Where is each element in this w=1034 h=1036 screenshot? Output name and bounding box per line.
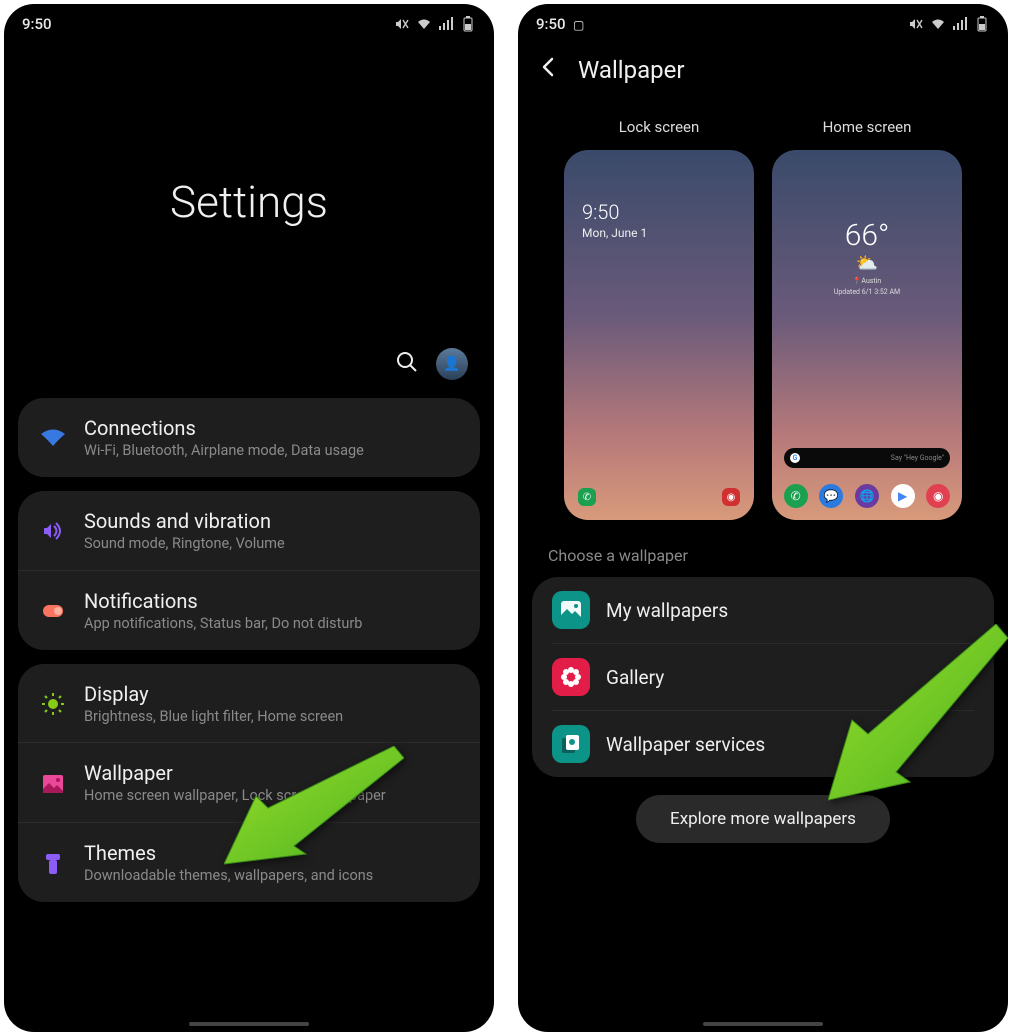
header-title: Wallpaper [578,56,685,84]
search-icon[interactable] [396,351,418,378]
wifi-icon [38,428,68,448]
row-sub: App notifications, Status bar, Do not di… [84,615,460,634]
row-title: Connections [84,416,460,440]
status-icons [394,16,476,32]
settings-group: Connections Wi-Fi, Bluetooth, Airplane m… [18,398,480,477]
nav-bar [189,1022,309,1026]
option-title: Wallpaper services [606,733,765,756]
battery-icon [974,16,990,32]
preview-label: Lock screen [564,118,754,136]
annotation-arrow [828,624,1008,808]
lock-time: 9:50 [582,200,619,224]
lock-screen-preview: 9:50 Mon, June 1 ✆ ◉ [564,150,754,520]
battery-icon [460,16,476,32]
back-button[interactable] [538,56,560,84]
mute-icon [394,17,410,31]
phone-icon: ✆ [784,484,808,508]
header: Wallpaper [518,36,1008,92]
messages-icon: 💬 [819,484,843,508]
settings-row-sounds[interactable]: Sounds and vibration Sound mode, Rington… [18,491,480,570]
flower-icon [552,658,590,696]
wallpaper-icon [38,774,68,794]
option-title: Gallery [606,666,664,689]
row-title: Display [84,682,460,706]
row-sub: Sound mode, Ringtone, Volume [84,535,460,554]
camera-icon: ◉ [926,484,950,508]
wifi-icon [416,17,432,31]
display-icon [38,693,68,715]
section-label: Choose a wallpaper [518,532,1008,573]
status-bar: 9:50 ▢ [518,4,1008,36]
sound-icon [38,521,68,541]
option-title: My wallpapers [606,599,728,622]
home-search-bar: G Say "Hey Google" [784,448,950,468]
signal-icon [952,17,968,31]
home-location: 📍Austin [772,277,962,285]
preview-home[interactable]: Home screen 66° ⛅ 📍Austin Updated 6/1 3:… [772,118,962,520]
home-temp: 66° [772,218,962,253]
weather-icon: ⛅ [772,253,962,274]
row-sub: Downloadable themes, wallpapers, and ico… [84,867,460,886]
mute-icon [908,17,924,31]
home-dock: ✆ 💬 🌐 ▶ ◉ [772,484,962,508]
row-sub: Wi-Fi, Bluetooth, Airplane mode, Data us… [84,442,460,461]
services-icon [552,725,590,763]
settings-row-notifications[interactable]: Notifications App notifications, Status … [18,570,480,650]
settings-row-display[interactable]: Display Brightness, Blue light filter, H… [18,664,480,743]
browser-icon: 🌐 [855,484,879,508]
row-title: Sounds and vibration [84,509,460,533]
annotation-arrow [224,746,404,870]
phone-icon: ✆ [578,488,596,506]
screenshot-icon: ▢ [573,18,584,32]
themes-icon [38,853,68,875]
play-store-icon: ▶ [891,484,915,508]
preview-label: Home screen [772,118,962,136]
picture-icon [552,591,590,629]
search-row: 👤 [4,348,494,398]
row-title: Notifications [84,589,460,613]
camera-icon: ◉ [722,488,740,506]
wallpaper-previews: Lock screen 9:50 Mon, June 1 ✆ ◉ Home sc… [518,92,1008,532]
settings-row-connections[interactable]: Connections Wi-Fi, Bluetooth, Airplane m… [18,398,480,477]
notifications-icon [38,602,68,620]
home-screen-preview: 66° ⛅ 📍Austin Updated 6/1 3:52 AM G Say … [772,150,962,520]
home-updated: Updated 6/1 3:52 AM [772,288,962,296]
preview-lock[interactable]: Lock screen 9:50 Mon, June 1 ✆ ◉ [564,118,754,520]
status-bar: 9:50 [4,4,494,36]
wifi-icon [930,17,946,31]
status-time: 9:50 [22,15,52,33]
status-time: 9:50 ▢ [536,15,584,33]
row-sub: Brightness, Blue light filter, Home scre… [84,708,460,727]
settings-group: Sounds and vibration Sound mode, Rington… [18,491,480,650]
wallpaper-screen: 9:50 ▢ Wallpaper Lock screen 9:50 Mon, J… [518,4,1008,1032]
lock-date: Mon, June 1 [582,226,647,240]
avatar[interactable]: 👤 [436,348,468,380]
status-icons [908,16,990,32]
search-hint: Say "Hey Google" [891,454,944,462]
page-title: Settings [4,36,494,348]
signal-icon [438,17,454,31]
settings-screen: 9:50 Settings 👤 [4,4,494,1032]
google-icon: G [790,453,800,463]
nav-bar [703,1022,823,1026]
